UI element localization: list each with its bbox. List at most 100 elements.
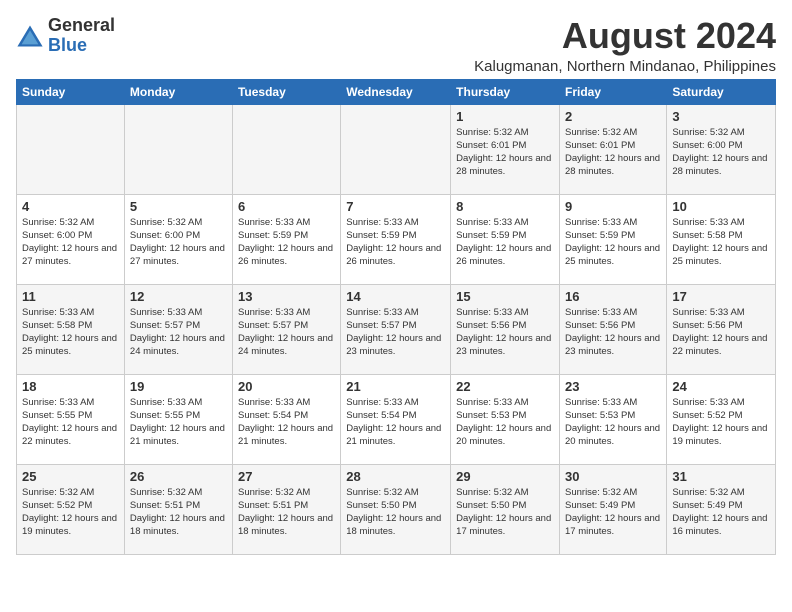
day-info: Sunrise: 5:32 AMSunset: 6:01 PMDaylight:… xyxy=(565,127,660,178)
day-number: 24 xyxy=(672,379,770,394)
calendar-cell: 11 Sunrise: 5:33 AMSunset: 5:58 PMDaylig… xyxy=(17,284,125,374)
day-number: 21 xyxy=(346,379,445,394)
week-row-5: 25 Sunrise: 5:32 AMSunset: 5:52 PMDaylig… xyxy=(17,464,776,554)
calendar-cell: 28 Sunrise: 5:32 AMSunset: 5:50 PMDaylig… xyxy=(341,464,451,554)
calendar-cell: 13 Sunrise: 5:33 AMSunset: 5:57 PMDaylig… xyxy=(232,284,340,374)
day-info: Sunrise: 5:32 AMSunset: 5:50 PMDaylight:… xyxy=(346,487,441,538)
calendar-cell: 7 Sunrise: 5:33 AMSunset: 5:59 PMDayligh… xyxy=(341,194,451,284)
calendar-cell: 15 Sunrise: 5:33 AMSunset: 5:56 PMDaylig… xyxy=(451,284,560,374)
calendar-cell: 16 Sunrise: 5:33 AMSunset: 5:56 PMDaylig… xyxy=(560,284,667,374)
day-number: 1 xyxy=(456,109,554,124)
day-info: Sunrise: 5:33 AMSunset: 5:54 PMDaylight:… xyxy=(346,397,441,448)
day-number: 23 xyxy=(565,379,661,394)
day-number: 30 xyxy=(565,469,661,484)
day-number: 14 xyxy=(346,289,445,304)
calendar-cell: 20 Sunrise: 5:33 AMSunset: 5:54 PMDaylig… xyxy=(232,374,340,464)
day-info: Sunrise: 5:32 AMSunset: 6:00 PMDaylight:… xyxy=(672,127,767,178)
day-number: 11 xyxy=(22,289,119,304)
col-thursday: Thursday xyxy=(451,79,560,104)
day-info: Sunrise: 5:33 AMSunset: 5:52 PMDaylight:… xyxy=(672,397,767,448)
calendar-cell: 23 Sunrise: 5:33 AMSunset: 5:53 PMDaylig… xyxy=(560,374,667,464)
calendar-cell: 22 Sunrise: 5:33 AMSunset: 5:53 PMDaylig… xyxy=(451,374,560,464)
day-number: 31 xyxy=(672,469,770,484)
page-header: General Blue August 2024 Kalugmanan, Nor… xyxy=(16,16,776,75)
calendar-cell: 12 Sunrise: 5:33 AMSunset: 5:57 PMDaylig… xyxy=(124,284,232,374)
day-info: Sunrise: 5:33 AMSunset: 5:54 PMDaylight:… xyxy=(238,397,333,448)
calendar-cell xyxy=(232,104,340,194)
day-number: 20 xyxy=(238,379,335,394)
day-info: Sunrise: 5:32 AMSunset: 5:51 PMDaylight:… xyxy=(238,487,333,538)
day-number: 9 xyxy=(565,199,661,214)
day-number: 3 xyxy=(672,109,770,124)
day-info: Sunrise: 5:33 AMSunset: 5:56 PMDaylight:… xyxy=(672,307,767,358)
calendar-cell: 30 Sunrise: 5:32 AMSunset: 5:49 PMDaylig… xyxy=(560,464,667,554)
day-number: 6 xyxy=(238,199,335,214)
day-number: 10 xyxy=(672,199,770,214)
calendar-cell: 8 Sunrise: 5:33 AMSunset: 5:59 PMDayligh… xyxy=(451,194,560,284)
day-number: 18 xyxy=(22,379,119,394)
day-info: Sunrise: 5:32 AMSunset: 5:50 PMDaylight:… xyxy=(456,487,551,538)
calendar-cell: 26 Sunrise: 5:32 AMSunset: 5:51 PMDaylig… xyxy=(124,464,232,554)
calendar-cell: 21 Sunrise: 5:33 AMSunset: 5:54 PMDaylig… xyxy=(341,374,451,464)
calendar-cell: 5 Sunrise: 5:32 AMSunset: 6:00 PMDayligh… xyxy=(124,194,232,284)
title-section: August 2024 Kalugmanan, Northern Mindana… xyxy=(474,16,776,75)
logo-icon xyxy=(16,22,44,50)
calendar-cell xyxy=(17,104,125,194)
day-info: Sunrise: 5:32 AMSunset: 6:00 PMDaylight:… xyxy=(130,217,225,268)
day-info: Sunrise: 5:32 AMSunset: 5:49 PMDaylight:… xyxy=(565,487,660,538)
day-number: 26 xyxy=(130,469,227,484)
col-tuesday: Tuesday xyxy=(232,79,340,104)
day-number: 4 xyxy=(22,199,119,214)
logo-blue-text: Blue xyxy=(48,35,87,55)
calendar-cell: 14 Sunrise: 5:33 AMSunset: 5:57 PMDaylig… xyxy=(341,284,451,374)
calendar-header-row: Sunday Monday Tuesday Wednesday Thursday… xyxy=(17,79,776,104)
day-number: 22 xyxy=(456,379,554,394)
col-sunday: Sunday xyxy=(17,79,125,104)
calendar-cell: 17 Sunrise: 5:33 AMSunset: 5:56 PMDaylig… xyxy=(667,284,776,374)
day-number: 8 xyxy=(456,199,554,214)
day-info: Sunrise: 5:33 AMSunset: 5:56 PMDaylight:… xyxy=(456,307,551,358)
day-info: Sunrise: 5:32 AMSunset: 6:00 PMDaylight:… xyxy=(22,217,117,268)
calendar-table: Sunday Monday Tuesday Wednesday Thursday… xyxy=(16,79,776,555)
day-info: Sunrise: 5:33 AMSunset: 5:58 PMDaylight:… xyxy=(672,217,767,268)
calendar-cell: 19 Sunrise: 5:33 AMSunset: 5:55 PMDaylig… xyxy=(124,374,232,464)
logo-general-text: General xyxy=(48,15,115,35)
calendar-cell: 1 Sunrise: 5:32 AMSunset: 6:01 PMDayligh… xyxy=(451,104,560,194)
week-row-1: 1 Sunrise: 5:32 AMSunset: 6:01 PMDayligh… xyxy=(17,104,776,194)
calendar-cell: 9 Sunrise: 5:33 AMSunset: 5:59 PMDayligh… xyxy=(560,194,667,284)
day-number: 5 xyxy=(130,199,227,214)
day-info: Sunrise: 5:33 AMSunset: 5:59 PMDaylight:… xyxy=(238,217,333,268)
day-info: Sunrise: 5:32 AMSunset: 5:49 PMDaylight:… xyxy=(672,487,767,538)
day-info: Sunrise: 5:33 AMSunset: 5:55 PMDaylight:… xyxy=(130,397,225,448)
day-number: 27 xyxy=(238,469,335,484)
day-number: 29 xyxy=(456,469,554,484)
day-info: Sunrise: 5:32 AMSunset: 5:52 PMDaylight:… xyxy=(22,487,117,538)
col-wednesday: Wednesday xyxy=(341,79,451,104)
week-row-4: 18 Sunrise: 5:33 AMSunset: 5:55 PMDaylig… xyxy=(17,374,776,464)
day-number: 7 xyxy=(346,199,445,214)
day-info: Sunrise: 5:33 AMSunset: 5:55 PMDaylight:… xyxy=(22,397,117,448)
col-monday: Monday xyxy=(124,79,232,104)
month-year-title: August 2024 xyxy=(474,16,776,56)
logo: General Blue xyxy=(16,16,115,56)
calendar-cell: 27 Sunrise: 5:32 AMSunset: 5:51 PMDaylig… xyxy=(232,464,340,554)
day-info: Sunrise: 5:33 AMSunset: 5:59 PMDaylight:… xyxy=(565,217,660,268)
day-number: 13 xyxy=(238,289,335,304)
day-info: Sunrise: 5:32 AMSunset: 5:51 PMDaylight:… xyxy=(130,487,225,538)
calendar-cell: 4 Sunrise: 5:32 AMSunset: 6:00 PMDayligh… xyxy=(17,194,125,284)
calendar-cell: 31 Sunrise: 5:32 AMSunset: 5:49 PMDaylig… xyxy=(667,464,776,554)
day-number: 15 xyxy=(456,289,554,304)
day-info: Sunrise: 5:33 AMSunset: 5:59 PMDaylight:… xyxy=(346,217,441,268)
day-number: 25 xyxy=(22,469,119,484)
day-number: 2 xyxy=(565,109,661,124)
calendar-cell: 24 Sunrise: 5:33 AMSunset: 5:52 PMDaylig… xyxy=(667,374,776,464)
day-number: 28 xyxy=(346,469,445,484)
day-info: Sunrise: 5:33 AMSunset: 5:57 PMDaylight:… xyxy=(130,307,225,358)
location-subtitle: Kalugmanan, Northern Mindanao, Philippin… xyxy=(474,58,776,75)
calendar-cell: 10 Sunrise: 5:33 AMSunset: 5:58 PMDaylig… xyxy=(667,194,776,284)
calendar-cell xyxy=(124,104,232,194)
day-number: 16 xyxy=(565,289,661,304)
day-info: Sunrise: 5:33 AMSunset: 5:53 PMDaylight:… xyxy=(565,397,660,448)
day-number: 19 xyxy=(130,379,227,394)
col-friday: Friday xyxy=(560,79,667,104)
